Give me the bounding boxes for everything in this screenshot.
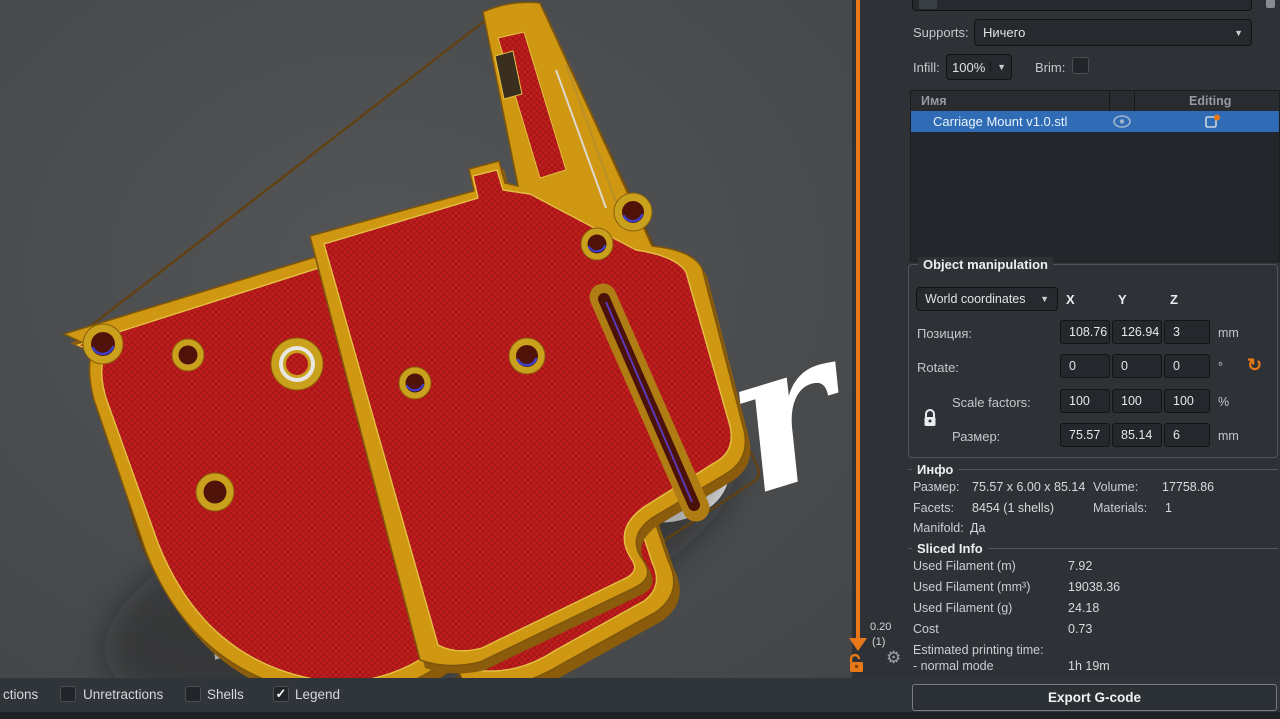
toggle-retractions-label[interactable]: ctions	[3, 687, 38, 702]
info-materials-value: 1	[1165, 501, 1172, 515]
unlock-icon[interactable]	[847, 653, 867, 673]
legend-checkbox[interactable]: ✓	[273, 686, 289, 702]
layer-slider-handle[interactable]	[849, 638, 867, 651]
shells-checkbox[interactable]	[185, 686, 201, 702]
reset-rotation-icon[interactable]: ↺	[1247, 355, 1262, 376]
info-manifold-label: Manifold:	[913, 521, 964, 535]
position-y-input[interactable]: 126.94	[1112, 320, 1162, 344]
column-divider	[1109, 91, 1110, 111]
printer-select-partial[interactable]	[912, 0, 1252, 11]
axis-z-header: Z	[1170, 292, 1178, 307]
sliced-row-value: 7.92	[1068, 559, 1093, 573]
rotate-unit: °	[1218, 360, 1223, 374]
toggle-unretractions-label[interactable]: Unretractions	[83, 687, 163, 702]
chevron-down-icon: ▼	[1040, 294, 1049, 304]
uniform-scale-lock-icon[interactable]	[922, 408, 938, 428]
export-gcode-button[interactable]: Export G-code	[912, 684, 1277, 711]
column-name[interactable]: Имя	[921, 94, 947, 108]
sliced-row-value: 0.73	[1068, 622, 1093, 636]
infill-label: Infill:	[913, 60, 940, 75]
info-facets-label: Facets:	[913, 501, 954, 515]
printer-icon	[919, 0, 937, 9]
axis-y-header: Y	[1118, 292, 1127, 307]
size-unit: mm	[1218, 429, 1239, 443]
scale-z-input[interactable]: 100	[1164, 389, 1210, 413]
sliced-row-label: Cost	[913, 622, 939, 636]
help-icon-partial[interactable]	[1266, 0, 1275, 8]
preview-toolbar: ctions Unretractions Shells ✓ Legend Exp…	[0, 678, 1280, 712]
edit-layers-icon[interactable]	[1205, 114, 1221, 129]
object-list: Имя Editing Carriage Mount v1.0.stl	[910, 90, 1280, 262]
info-volume-label: Volume:	[1093, 480, 1139, 494]
sliced-row-label: Used Filament (m)	[913, 559, 1016, 573]
info-manifold-value: Да	[970, 521, 986, 535]
object-row[interactable]: Carriage Mount v1.0.stl	[911, 111, 1279, 132]
infill-dropdown[interactable]: 100% ▼	[946, 54, 1012, 80]
scale-x-input[interactable]: 100	[1060, 389, 1110, 413]
column-editing[interactable]: Editing	[1189, 94, 1231, 108]
scale-y-input[interactable]: 100	[1112, 389, 1162, 413]
object-name: Carriage Mount v1.0.stl	[933, 114, 1068, 129]
layer-index-value: (1)	[872, 636, 886, 648]
position-label: Позиция:	[917, 326, 973, 341]
status-strip	[0, 712, 1280, 719]
check-icon: ✓	[275, 686, 287, 701]
chevron-down-icon: ▼	[1234, 27, 1243, 38]
column-divider	[1134, 91, 1135, 111]
info-title: Инфо	[912, 462, 959, 477]
brim-checkbox[interactable]	[1072, 57, 1089, 74]
brim-label: Brim:	[1035, 60, 1066, 75]
supports-dropdown[interactable]: Ничего ▼	[974, 19, 1252, 46]
scale-unit: %	[1218, 395, 1230, 409]
rotate-x-input[interactable]: 0	[1060, 354, 1110, 378]
sliced-info-title: Sliced Info	[912, 541, 988, 556]
infill-value: 100%	[952, 59, 986, 75]
sliced-row-value: 19038.36	[1068, 580, 1121, 594]
gear-icon[interactable]: ⚙	[886, 648, 901, 668]
position-x-input[interactable]: 108.76	[1060, 320, 1110, 344]
size-x-input[interactable]: 75.57	[1060, 423, 1110, 447]
gcode-preview-canvas[interactable]: Ender	[0, 0, 880, 707]
rotate-label: Rotate:	[917, 360, 959, 375]
visibility-eye-icon[interactable]	[1113, 115, 1131, 128]
axis-x-header: X	[1066, 292, 1075, 307]
scale-label: Scale factors:	[952, 395, 1031, 410]
gcode-preview-render: Ender	[0, 0, 880, 707]
sliced-row-label: Estimated printing time:	[913, 643, 1044, 657]
info-group-border	[908, 469, 1278, 470]
sliced-row-label: - normal mode	[913, 659, 994, 673]
supports-label: Supports:	[913, 25, 969, 40]
position-z-input[interactable]: 3	[1164, 320, 1210, 344]
object-manipulation-title: Object manipulation	[918, 257, 1053, 272]
size-label: Размер:	[952, 429, 1001, 444]
info-materials-label: Materials:	[1093, 501, 1148, 515]
coordinate-system-value: World coordinates	[925, 292, 1026, 306]
info-facets-value: 8454 (1 shells)	[972, 501, 1054, 515]
sliced-row-label: Used Filament (g)	[913, 601, 1013, 615]
rotate-z-input[interactable]: 0	[1164, 354, 1210, 378]
chevron-down-icon: ▼	[990, 62, 1006, 72]
size-y-input[interactable]: 85.14	[1112, 423, 1162, 447]
coordinate-system-dropdown[interactable]: World coordinates ▼	[916, 287, 1058, 311]
info-size-value: 75.57 x 6.00 x 85.14	[972, 480, 1086, 494]
sliced-row-label: Used Filament (mm³)	[913, 580, 1031, 594]
rotate-y-input[interactable]: 0	[1112, 354, 1162, 378]
info-volume-value: 17758.86	[1162, 480, 1215, 494]
toggle-shells-label[interactable]: Shells	[207, 687, 244, 702]
sliced-row-value: 1h 19m	[1068, 659, 1110, 673]
unretractions-checkbox[interactable]	[60, 686, 76, 702]
object-list-header: Имя Editing	[911, 91, 1279, 111]
info-size-label: Размер:	[913, 480, 960, 494]
position-unit: mm	[1218, 326, 1239, 340]
sliced-row-value: 24.18	[1068, 601, 1100, 615]
size-z-input[interactable]: 6	[1164, 423, 1210, 447]
layer-slider-track[interactable]	[856, 0, 860, 640]
toggle-legend-label[interactable]: Legend	[295, 687, 340, 702]
layer-height-value: 0.20	[870, 621, 892, 633]
supports-value: Ничего	[983, 25, 1026, 40]
